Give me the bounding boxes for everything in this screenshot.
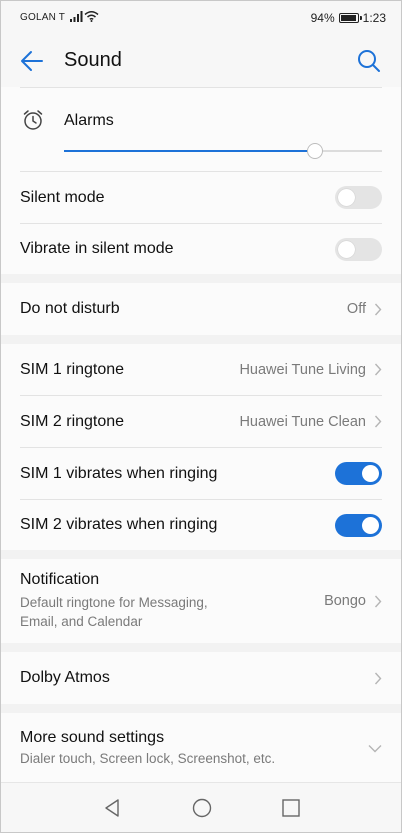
notification-sublabel-line2: Email, and Calendar (20, 614, 143, 629)
notification-row[interactable]: Notification Default ringtone for Messag… (20, 559, 382, 643)
chevron-right-icon (374, 363, 382, 376)
sim1-ringtone-row[interactable]: SIM 1 ringtone Huawei Tune Living (20, 344, 382, 395)
sim2-ringtone-value: Huawei Tune Clean (239, 413, 366, 430)
vibrate-silent-label: Vibrate in silent mode (20, 240, 174, 257)
app-bar: Sound (1, 35, 401, 87)
toggle-knob (338, 240, 355, 258)
dnd-value-group: Off (347, 301, 382, 317)
slider-thumb[interactable] (307, 143, 324, 159)
chevron-right-icon (374, 303, 382, 315)
toggle-knob (362, 465, 379, 482)
page-title: Sound (64, 49, 122, 71)
status-right: 94% 1:23 (311, 11, 386, 25)
signal-strength-icon (70, 11, 83, 22)
sim2-ringtone-label: SIM 2 ringtone (20, 412, 125, 430)
dnd-card: Do not disturb Off (1, 283, 401, 335)
slider-fill (64, 150, 316, 152)
sim2-vibrate-toggle[interactable] (335, 513, 382, 537)
notification-sublabel-line1: Default ringtone for Messaging, (20, 595, 208, 610)
nav-recents-icon[interactable] (280, 797, 302, 819)
nav-home-icon[interactable] (191, 797, 213, 819)
toggle-knob (338, 189, 355, 206)
sim1-vibrate-label: SIM 1 vibrates when ringing (20, 464, 218, 482)
notification-value: Bongo (324, 593, 366, 609)
chevron-right-icon (374, 415, 382, 428)
settings-list: Alarms Silent mode Vibrate in silent mod… (1, 87, 401, 784)
more-sound-card: More sound settings Dialer touch, Screen… (1, 713, 401, 784)
sim1-ringtone-value: Huawei Tune Living (239, 361, 366, 378)
battery-icon (338, 13, 362, 23)
battery-level-fill (340, 15, 356, 21)
ringtone-card: SIM 1 ringtone Huawei Tune Living SIM 2 … (1, 344, 401, 550)
more-sound-text: More sound settings Dialer touch, Screen… (20, 729, 275, 768)
do-not-disturb-row[interactable]: Do not disturb Off (20, 283, 382, 335)
dolby-label: Dolby Atmos (20, 669, 110, 686)
battery-percent: 94% (310, 11, 335, 25)
volume-and-silent-card: Alarms Silent mode Vibrate in silent mod… (1, 87, 401, 274)
alarm-volume-slider[interactable] (64, 143, 382, 159)
search-icon[interactable] (355, 47, 383, 75)
notification-sublabel: Default ringtone for Messaging, Email, a… (20, 593, 208, 631)
wifi-icon (84, 11, 99, 22)
notification-card: Notification Default ringtone for Messag… (1, 559, 401, 643)
clock: 1:23 (362, 11, 386, 25)
sim2-vibrate-label: SIM 2 vibrates when ringing (20, 516, 218, 533)
sim2-ringtone-row[interactable]: SIM 2 ringtone Huawei Tune Clean (20, 396, 382, 447)
sim2-ringtone-value-group: Huawei Tune Clean (239, 414, 382, 430)
alarms-label: Alarms (64, 112, 114, 129)
chevron-right-icon (374, 672, 382, 684)
carrier-name: GOLAN T (20, 12, 66, 23)
silent-mode-row[interactable]: Silent mode (20, 172, 382, 223)
back-arrow-icon[interactable] (17, 47, 47, 75)
dolby-card: Dolby Atmos (1, 652, 401, 704)
silent-mode-label: Silent mode (20, 188, 105, 206)
notification-text: Notification Default ringtone for Messag… (20, 571, 208, 631)
notification-value-group: Bongo (324, 593, 382, 609)
sim1-ringtone-value-group: Huawei Tune Living (239, 362, 382, 378)
top-divider (20, 87, 382, 88)
silent-mode-toggle[interactable] (335, 186, 382, 209)
toggle-knob (362, 516, 379, 534)
sim2-vibrate-row[interactable]: SIM 2 vibrates when ringing (20, 500, 382, 550)
status-bar: GOLAN T 94% 1:23 (1, 1, 401, 35)
chevron-down-icon (368, 745, 382, 753)
vibrate-silent-toggle[interactable] (335, 237, 382, 261)
dnd-label: Do not disturb (20, 300, 120, 317)
dolby-atmos-row[interactable]: Dolby Atmos (20, 652, 382, 704)
alarm-clock-icon (23, 110, 43, 130)
more-sound-settings-row[interactable]: More sound settings Dialer touch, Screen… (20, 713, 382, 784)
navigation-bar (1, 782, 401, 832)
sim1-vibrate-toggle[interactable] (335, 462, 382, 485)
sim1-vibrate-row[interactable]: SIM 1 vibrates when ringing (20, 448, 382, 499)
sim1-ringtone-label: SIM 1 ringtone (20, 360, 125, 378)
vibrate-silent-row[interactable]: Vibrate in silent mode (20, 224, 382, 274)
more-sound-label: More sound settings (20, 729, 165, 746)
chevron-right-icon (374, 595, 382, 607)
phone-screen: GOLAN T 94% 1:23 Sound Alarms Silent mod… (0, 0, 402, 833)
notification-label: Notification (20, 571, 100, 588)
nav-back-icon[interactable] (101, 797, 123, 819)
more-sound-sublabel: Dialer touch, Screen lock, Screenshot, e… (20, 751, 276, 766)
dnd-value: Off (346, 301, 366, 317)
